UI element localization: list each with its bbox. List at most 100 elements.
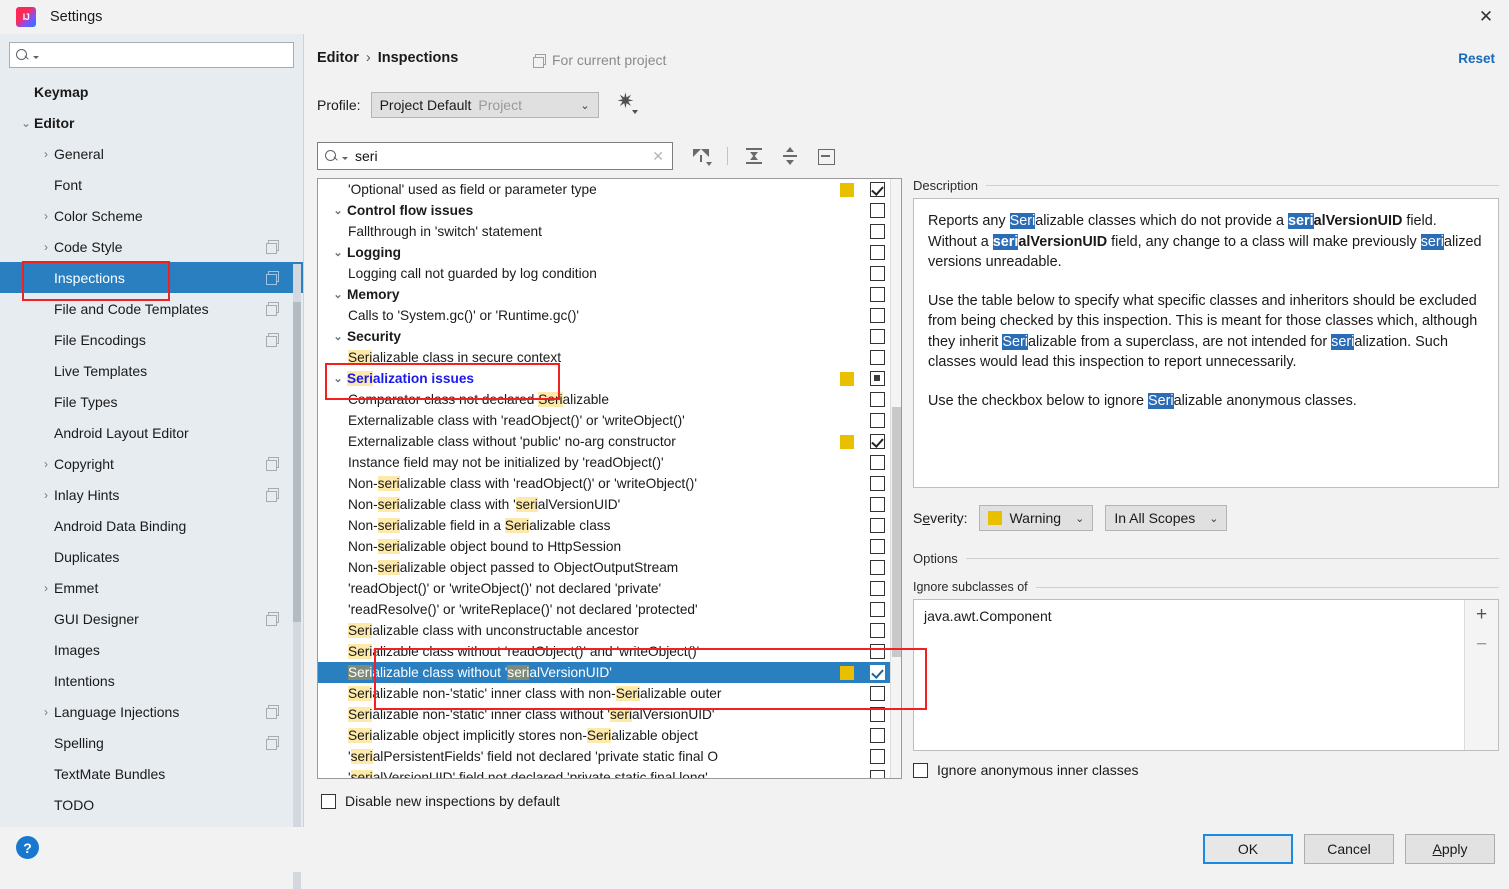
inspection-checkbox[interactable]: [870, 434, 885, 449]
close-icon[interactable]: ✕: [1463, 0, 1509, 34]
inspection-row[interactable]: 'readResolve()' or 'writeReplace()' not …: [318, 599, 901, 620]
sidebar-item-todo[interactable]: TODO: [0, 789, 303, 820]
sidebar-item-font[interactable]: Font: [0, 169, 303, 200]
inspection-checkbox[interactable]: [870, 392, 885, 407]
inspection-row[interactable]: 'serialPersistentFields' field not decla…: [318, 746, 901, 767]
sidebar-item-keymap[interactable]: Keymap: [0, 76, 303, 107]
sidebar-item-file-encodings[interactable]: File Encodings: [0, 324, 303, 355]
sidebar-item-gui-designer[interactable]: GUI Designer: [0, 603, 303, 634]
inspection-checkbox[interactable]: [870, 476, 885, 491]
inspection-group-row[interactable]: ⌄ Security: [318, 326, 901, 347]
sidebar-item-android-layout-editor[interactable]: Android Layout Editor: [0, 417, 303, 448]
inspection-checkbox[interactable]: [870, 203, 885, 218]
inspection-checkbox[interactable]: [870, 308, 885, 323]
chevron-right-icon[interactable]: ›: [38, 705, 54, 719]
ignore-anonymous-row[interactable]: Ignore anonymous inner classes: [913, 762, 1499, 778]
remove-button[interactable]: −: [1476, 635, 1487, 654]
severity-dropdown[interactable]: Warning ⌄: [979, 505, 1094, 531]
inspection-checkbox[interactable]: [870, 287, 885, 302]
inspection-row[interactable]: Instance field may not be initialized by…: [318, 452, 901, 473]
inspection-checkbox[interactable]: [870, 686, 885, 701]
filter-icon[interactable]: [691, 146, 712, 166]
inspection-row[interactable]: Logging call not guarded by log conditio…: [318, 263, 901, 284]
sidebar-item-copyright[interactable]: › Copyright: [0, 448, 303, 479]
inspection-row[interactable]: Non-serializable object passed to Object…: [318, 557, 901, 578]
inspection-row[interactable]: Non-serializable object bound to HttpSes…: [318, 536, 901, 557]
inspection-checkbox[interactable]: [870, 224, 885, 239]
inspection-group-row[interactable]: ⌄ Logging: [318, 242, 901, 263]
chevron-down-icon[interactable]: ⌄: [18, 116, 34, 130]
expand-all-icon[interactable]: [744, 146, 764, 166]
inspection-checkbox[interactable]: [870, 728, 885, 743]
inspection-checkbox[interactable]: [870, 455, 885, 470]
inspection-row[interactable]: Externalizable class without 'public' no…: [318, 431, 901, 452]
inspection-checkbox[interactable]: [870, 602, 885, 617]
inspection-checkbox[interactable]: [870, 770, 885, 778]
breadcrumb-root[interactable]: Editor: [317, 50, 359, 66]
inspection-checkbox[interactable]: [870, 665, 885, 680]
inspection-checkbox[interactable]: [870, 329, 885, 344]
sidebar-item-code-style[interactable]: › Code Style: [0, 231, 303, 262]
chevron-down-icon[interactable]: ⌄: [330, 330, 346, 343]
chevron-down-icon[interactable]: ⌄: [330, 288, 346, 301]
chevron-right-icon[interactable]: ›: [38, 457, 54, 471]
add-button[interactable]: +: [1476, 605, 1487, 624]
inspection-checkbox[interactable]: [870, 266, 885, 281]
gear-icon[interactable]: [617, 89, 638, 115]
chevron-down-icon[interactable]: ⌄: [330, 372, 346, 385]
inspection-row[interactable]: Serializable object implicitly stores no…: [318, 725, 901, 746]
sidebar-item-inlay-hints[interactable]: › Inlay Hints: [0, 479, 303, 510]
sidebar-item-editor[interactable]: ⌄ Editor: [0, 107, 303, 138]
inspection-checkbox[interactable]: [870, 371, 885, 386]
sidebar-item-file-and-code-templates[interactable]: File and Code Templates: [0, 293, 303, 324]
inspection-group-row[interactable]: ⌄ Serialization issues: [318, 368, 901, 389]
profile-dropdown[interactable]: Project Default Project ⌄: [370, 92, 599, 118]
inspection-row[interactable]: Serializable non-'static' inner class wi…: [318, 704, 901, 725]
inspection-checkbox[interactable]: [870, 182, 885, 197]
ignore-subclasses-list[interactable]: java.awt.Component: [914, 600, 1464, 750]
sidebar-scrollbar[interactable]: [293, 264, 301, 889]
inspection-search-box[interactable]: ✕: [317, 142, 673, 170]
inspection-checkbox[interactable]: [870, 413, 885, 428]
inspection-checkbox[interactable]: [870, 623, 885, 638]
inspection-row[interactable]: Serializable class in secure context: [318, 347, 901, 368]
inspection-row[interactable]: Serializable non-'static' inner class wi…: [318, 683, 901, 704]
chevron-down-icon[interactable]: ⌄: [330, 246, 346, 259]
inspection-group-row[interactable]: ⌄ Control flow issues: [318, 200, 901, 221]
ok-button[interactable]: OK: [1203, 834, 1293, 864]
inspection-row[interactable]: Non-serializable field in a Serializable…: [318, 515, 901, 536]
sidebar-item-duplicates[interactable]: Duplicates: [0, 541, 303, 572]
box-icon[interactable]: [816, 146, 836, 166]
inspection-row[interactable]: Calls to 'System.gc()' or 'Runtime.gc()': [318, 305, 901, 326]
sidebar-item-file-types[interactable]: File Types: [0, 386, 303, 417]
inspection-row[interactable]: Serializable class without 'readObject()…: [318, 641, 901, 662]
sidebar-item-language-injections[interactable]: › Language Injections: [0, 696, 303, 727]
reset-link[interactable]: Reset: [1458, 51, 1495, 66]
inspection-checkbox[interactable]: [870, 749, 885, 764]
inspection-row[interactable]: Non-serializable class with 'serialVersi…: [318, 494, 901, 515]
sidebar-item-spelling[interactable]: Spelling: [0, 727, 303, 758]
search-input[interactable]: [353, 147, 651, 165]
sidebar-item-emmet[interactable]: › Emmet: [0, 572, 303, 603]
inspection-group-row[interactable]: ⌄ Memory: [318, 284, 901, 305]
chevron-right-icon[interactable]: ›: [38, 147, 54, 161]
inspection-row[interactable]: Non-serializable class with 'readObject(…: [318, 473, 901, 494]
inspection-checkbox[interactable]: [870, 350, 885, 365]
inspection-checkbox[interactable]: [870, 707, 885, 722]
chevron-right-icon[interactable]: ›: [38, 240, 54, 254]
inspection-checkbox[interactable]: [870, 245, 885, 260]
inspection-checkbox[interactable]: [870, 518, 885, 533]
inspection-row[interactable]: 'serialVersionUID' field not declared 'p…: [318, 767, 901, 778]
clear-search-icon[interactable]: ✕: [650, 148, 666, 165]
disable-new-inspections-row[interactable]: Disable new inspections by default: [321, 793, 560, 809]
sidebar-item-live-templates[interactable]: Live Templates: [0, 355, 303, 386]
disable-new-inspections-checkbox[interactable]: [321, 793, 336, 809]
ignore-anonymous-checkbox[interactable]: [913, 762, 928, 778]
inspection-row[interactable]: 'readObject()' or 'writeObject()' not de…: [318, 578, 901, 599]
inspection-row[interactable]: Comparator class not declared Serializab…: [318, 389, 901, 410]
inspection-checkbox[interactable]: [870, 560, 885, 575]
list-item[interactable]: java.awt.Component: [924, 608, 1454, 624]
sidebar-item-images[interactable]: Images: [0, 634, 303, 665]
scope-dropdown[interactable]: In All Scopes ⌄: [1105, 505, 1228, 531]
inspection-checkbox[interactable]: [870, 644, 885, 659]
